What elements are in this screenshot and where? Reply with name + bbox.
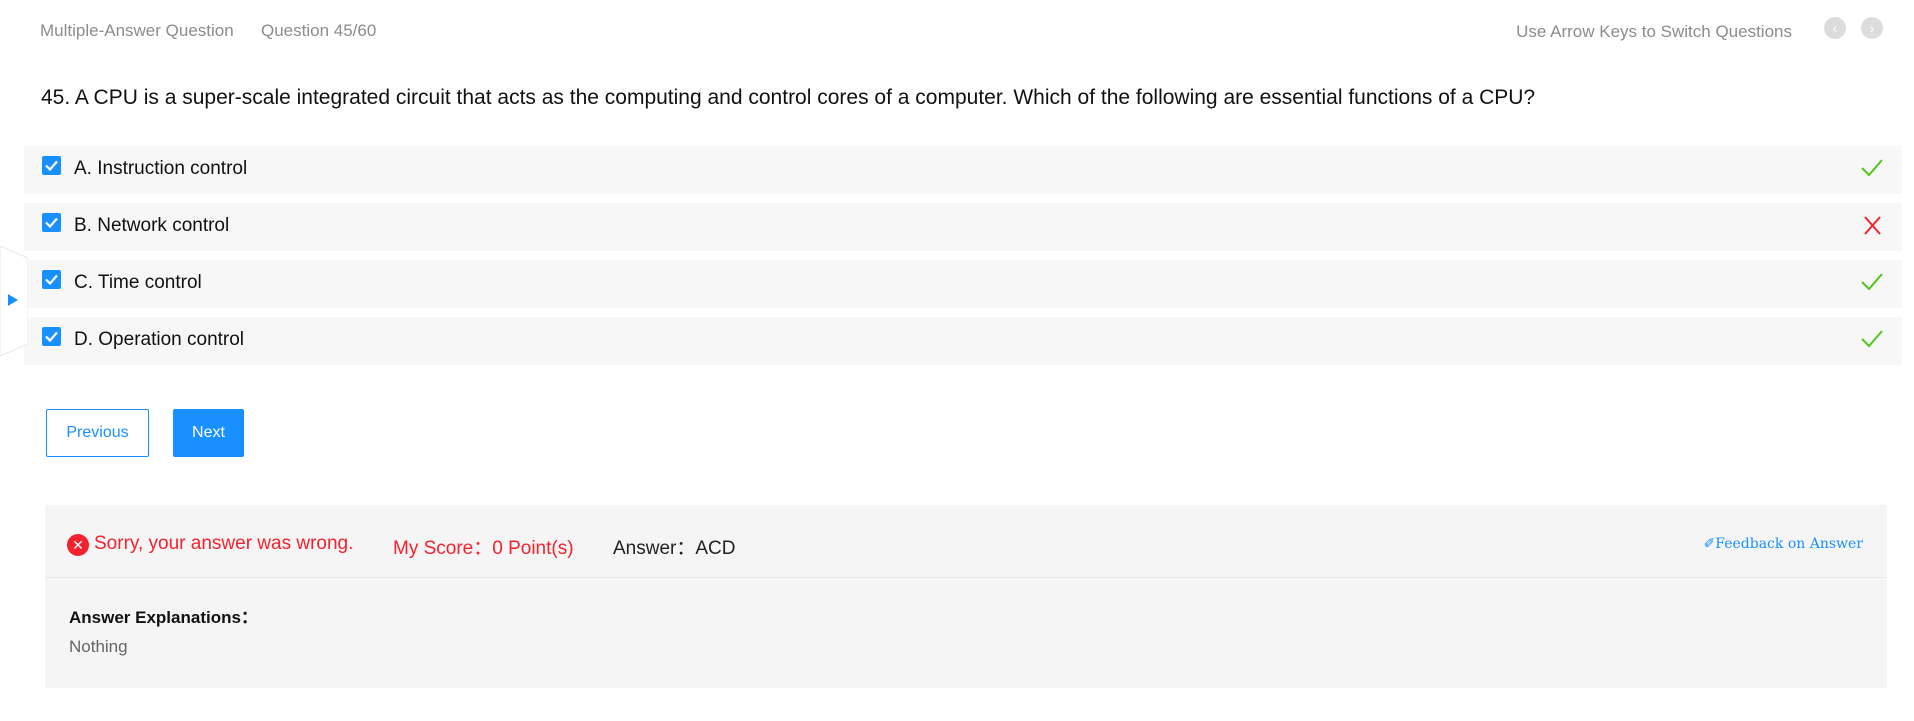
question-counter: Question 45/60	[261, 21, 377, 40]
option-b[interactable]: B. Network control	[24, 203, 1902, 251]
error-icon: ✕	[67, 534, 89, 556]
my-score: My Score：0 Point(s)	[393, 538, 574, 559]
result-header: ✕ Sorry, your answer was wrong. My Score…	[45, 505, 1887, 578]
prev-question-icon[interactable]: ‹	[1824, 17, 1846, 39]
option-label: D. Operation control	[74, 329, 245, 350]
correct-answer: Answer：ACD	[613, 538, 736, 559]
previous-button[interactable]: Previous	[46, 409, 149, 457]
question-type-label: Multiple-Answer Question	[40, 21, 234, 40]
explanation-title: Answer Explanations：	[69, 608, 258, 627]
question-header: Multiple-Answer Question Question 45/60 …	[0, 0, 1914, 62]
next-button[interactable]: Next	[173, 409, 244, 457]
result-message: Sorry, your answer was wrong.	[94, 533, 354, 554]
checkbox-checked-icon[interactable]	[42, 156, 61, 175]
check-mark-icon	[1861, 273, 1883, 291]
option-label: C. Time control	[74, 272, 202, 293]
switch-hint: Use Arrow Keys to Switch Questions	[1516, 22, 1792, 41]
check-mark-icon	[1861, 159, 1883, 177]
checkbox-checked-icon[interactable]	[42, 327, 61, 346]
result-panel: ✕ Sorry, your answer was wrong. My Score…	[45, 505, 1887, 688]
feedback-link[interactable]: ✐Feedback on Answer	[1704, 536, 1863, 552]
question-text: 45. A CPU is a super-scale integrated ci…	[41, 86, 1536, 109]
option-a[interactable]: A. Instruction control	[24, 146, 1902, 194]
option-d[interactable]: D. Operation control	[24, 317, 1902, 365]
checkbox-checked-icon[interactable]	[42, 213, 61, 232]
option-label: B. Network control	[74, 215, 230, 236]
option-c[interactable]: C. Time control	[24, 260, 1902, 308]
side-panel-toggle[interactable]	[0, 246, 28, 356]
cross-mark-icon	[1864, 216, 1881, 235]
option-label: A. Instruction control	[74, 158, 248, 179]
checkbox-checked-icon[interactable]	[42, 270, 61, 289]
next-question-icon[interactable]: ›	[1861, 17, 1883, 39]
expand-arrow-icon	[8, 294, 18, 306]
explanation-text: Nothing	[69, 637, 128, 656]
check-mark-icon	[1861, 330, 1883, 348]
